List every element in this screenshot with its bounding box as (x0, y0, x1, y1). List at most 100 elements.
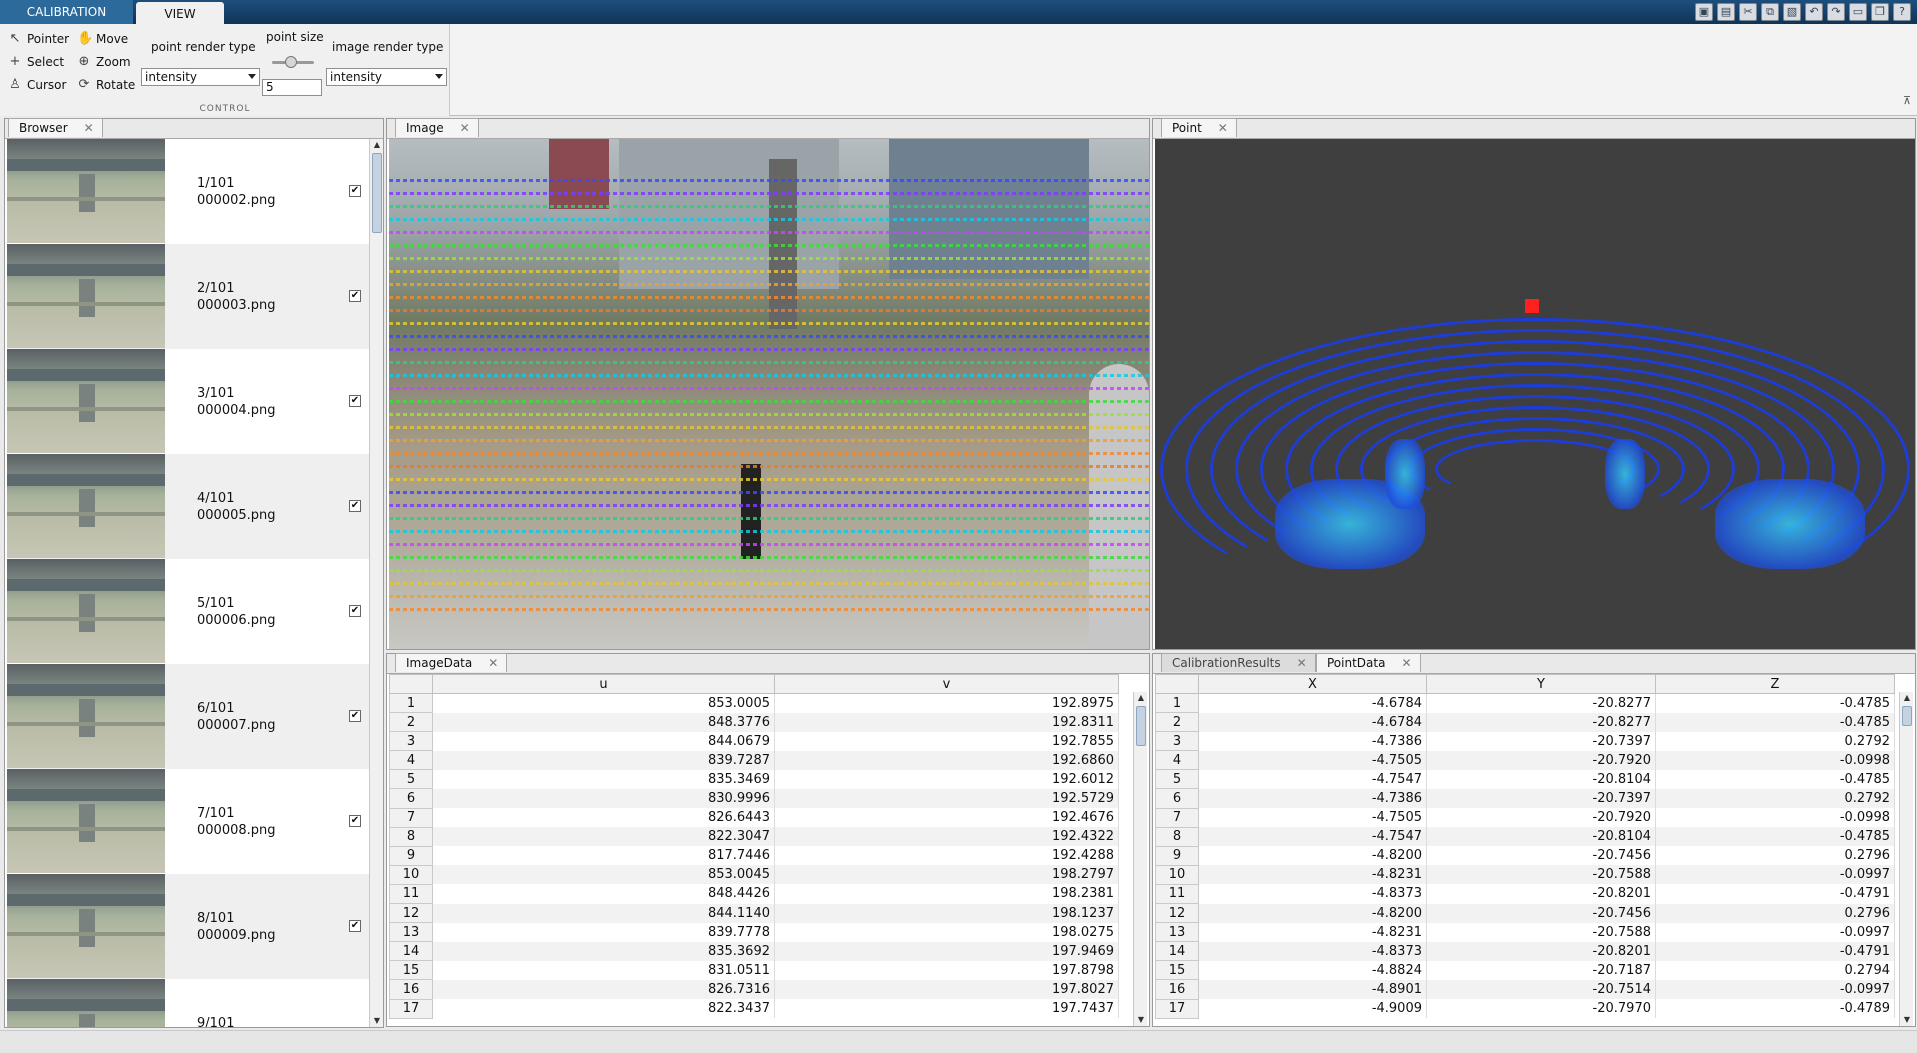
browser-item[interactable]: 5/101 000006.png ✔ (7, 559, 369, 664)
table-cell[interactable]: 198.2797 (774, 865, 1119, 885)
table-row[interactable]: 6 830.9996 192.5729 (389, 788, 1119, 809)
save-all-icon[interactable]: ▤ (1717, 3, 1735, 21)
table-row[interactable]: 8 822.3047 192.4322 (389, 826, 1119, 847)
frame-include-checkbox[interactable]: ✔ (349, 920, 361, 932)
frame-include-checkbox[interactable]: ✔ (349, 185, 361, 197)
table-cell[interactable]: 839.7287 (432, 750, 775, 770)
browser-scrollbar[interactable]: ▲ ▼ (369, 139, 383, 1027)
table-row[interactable]: 7 826.6443 192.4676 (389, 807, 1119, 828)
table-cell[interactable]: -4.8231 (1198, 922, 1427, 942)
scroll-down-icon[interactable]: ▼ (1901, 1014, 1913, 1026)
frame-include-checkbox[interactable]: ✔ (349, 815, 361, 827)
table-row[interactable]: 17 822.3437 197.7437 (389, 998, 1119, 1019)
table-cell[interactable]: 198.2381 (774, 884, 1119, 904)
scroll-down-icon[interactable]: ▼ (371, 1015, 383, 1027)
table-cell[interactable]: 192.6012 (774, 769, 1119, 789)
table-cell[interactable]: -20.7920 (1426, 808, 1656, 828)
table-row[interactable]: 15 831.0511 197.8798 (389, 960, 1119, 981)
table-cell[interactable]: 192.4288 (774, 846, 1119, 866)
browser-item[interactable]: 8/101 000009.png ✔ (7, 874, 369, 979)
browser-item[interactable]: 2/101 000003.png ✔ (7, 244, 369, 349)
table-cell[interactable]: -20.7514 (1426, 979, 1656, 999)
table-cell[interactable]: -20.8201 (1426, 941, 1656, 961)
frame-include-checkbox[interactable]: ✔ (349, 500, 361, 512)
table-cell[interactable]: 192.8311 (774, 712, 1119, 732)
table-cell[interactable]: 0.2796 (1655, 903, 1895, 923)
table-cell[interactable]: -20.8201 (1426, 884, 1656, 904)
undo-icon[interactable]: ↶ (1805, 3, 1823, 21)
table-cell[interactable]: 197.9469 (774, 941, 1119, 961)
close-icon[interactable]: ✕ (1401, 654, 1411, 672)
browser-item[interactable]: 7/101 000008.png ✔ (7, 769, 369, 874)
table-row[interactable]: 16 826.7316 197.8027 (389, 979, 1119, 1000)
collapse-ribbon-icon[interactable]: ⊼ (1903, 94, 1911, 107)
table-cell[interactable]: -20.7456 (1426, 903, 1656, 923)
table-row[interactable]: 1 853.0005 192.8975 (389, 692, 1119, 714)
column-header-x[interactable]: X (1198, 674, 1427, 694)
table-cell[interactable]: -4.8901 (1198, 979, 1427, 999)
table-row[interactable]: 3 844.0679 192.7855 (389, 731, 1119, 752)
table-cell[interactable]: -20.7920 (1426, 750, 1656, 770)
table-cell[interactable]: -0.4789 (1655, 999, 1895, 1019)
table-row[interactable]: 16 -4.8901 -20.7514 -0.0997 (1155, 979, 1895, 1000)
browser-item[interactable]: 4/101 000005.png ✔ (7, 454, 369, 559)
pointer-tool[interactable]: ↖ Pointer (8, 31, 70, 46)
table-cell[interactable]: -20.8104 (1426, 827, 1656, 847)
scroll-thumb[interactable] (1136, 706, 1146, 746)
close-icon[interactable]: ✕ (1218, 119, 1228, 137)
table-cell[interactable]: -4.8373 (1198, 941, 1427, 961)
table-cell[interactable]: -20.7397 (1426, 731, 1656, 751)
table-row[interactable]: 6 -4.7386 -20.7397 0.2792 (1155, 788, 1895, 809)
frame-include-checkbox[interactable]: ✔ (349, 290, 361, 302)
table-cell[interactable]: -0.4785 (1655, 827, 1895, 847)
scroll-up-icon[interactable]: ▲ (1901, 692, 1913, 704)
table-cell[interactable]: -20.7187 (1426, 960, 1656, 980)
table-row[interactable]: 9 -4.8200 -20.7456 0.2796 (1155, 845, 1895, 866)
table-cell[interactable]: -4.7505 (1198, 750, 1427, 770)
table-row[interactable]: 1 -4.6784 -20.8277 -0.4785 (1155, 692, 1895, 714)
select-tool[interactable]: + Select (8, 54, 64, 69)
table-cell[interactable]: 198.0275 (774, 922, 1119, 942)
table-cell[interactable]: 197.8798 (774, 960, 1119, 980)
image-data-table[interactable]: u v 1 853.0005 192.8975 2 848.3776 192.8311 3 8… (389, 674, 1119, 1019)
table-row[interactable]: 11 -4.8373 -20.8201 -0.4791 (1155, 883, 1895, 905)
rotate-tool[interactable]: ⟳ Rotate (77, 77, 136, 92)
table-cell[interactable]: -0.4785 (1655, 693, 1895, 713)
copy-icon[interactable]: ⧉ (1761, 3, 1779, 21)
browser-item[interactable]: 9/101 (7, 979, 369, 1027)
redo-icon[interactable]: ↷ (1827, 3, 1845, 21)
browser-item[interactable]: 3/101 000004.png ✔ (7, 349, 369, 454)
cut-icon[interactable]: ✂ (1739, 3, 1757, 21)
column-header-z[interactable]: Z (1655, 674, 1895, 694)
restore-icon[interactable]: ❐ (1871, 3, 1889, 21)
scroll-up-icon[interactable]: ▲ (371, 139, 383, 151)
table-cell[interactable]: -4.8200 (1198, 846, 1427, 866)
point-cloud-view[interactable] (1155, 139, 1915, 649)
table-cell[interactable]: 835.3692 (432, 941, 775, 961)
table-cell[interactable]: 192.4322 (774, 827, 1119, 847)
scroll-up-icon[interactable]: ▲ (1135, 692, 1147, 704)
table-row[interactable]: 2 -4.6784 -20.8277 -0.4785 (1155, 712, 1895, 733)
table-cell[interactable]: -4.8231 (1198, 865, 1427, 885)
zoom-tool[interactable]: ⊕ Zoom (77, 54, 131, 69)
table-cell[interactable]: 826.6443 (432, 808, 775, 828)
scroll-thumb[interactable] (1902, 706, 1912, 726)
table-cell[interactable]: 192.8975 (774, 693, 1119, 713)
table-row[interactable]: 3 -4.7386 -20.7397 0.2792 (1155, 731, 1895, 752)
table-cell[interactable]: -20.7456 (1426, 846, 1656, 866)
browser-item[interactable]: 1/101 000002.png ✔ (7, 139, 369, 244)
table-cell[interactable]: -4.8200 (1198, 903, 1427, 923)
table-cell[interactable]: 839.7778 (432, 922, 775, 942)
table-cell[interactable]: 822.3047 (432, 827, 775, 847)
table-cell[interactable]: -0.0998 (1655, 808, 1895, 828)
table-cell[interactable]: -20.7397 (1426, 788, 1656, 809)
table-cell[interactable]: -4.7547 (1198, 827, 1427, 847)
table-cell[interactable]: -4.8373 (1198, 884, 1427, 904)
table-cell[interactable]: -20.8277 (1426, 712, 1656, 732)
table-cell[interactable]: 817.7446 (432, 846, 775, 866)
table-row[interactable]: 14 -4.8373 -20.8201 -0.4791 (1155, 941, 1895, 962)
table-row[interactable]: 13 839.7778 198.0275 (389, 922, 1119, 943)
table-cell[interactable]: 848.3776 (432, 712, 775, 732)
browser-item[interactable]: 6/101 000007.png ✔ (7, 664, 369, 769)
table-row[interactable]: 10 853.0045 198.2797 (389, 864, 1119, 885)
